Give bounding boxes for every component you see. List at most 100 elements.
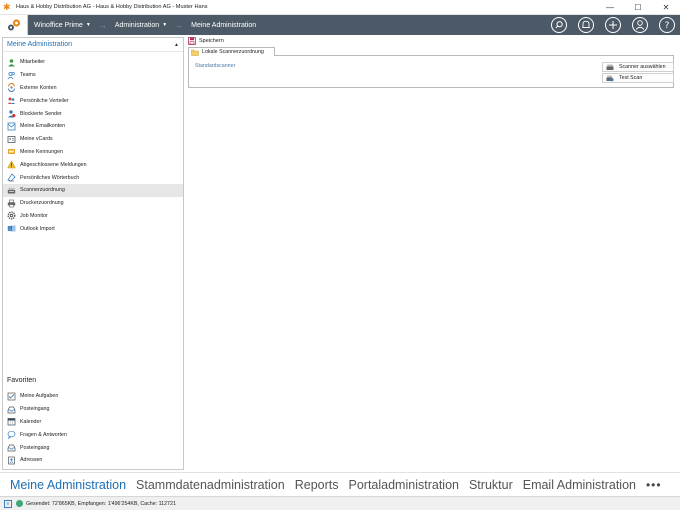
- module-reports[interactable]: Reports: [295, 478, 339, 492]
- window-title: Haus & Hobby Distribution AG - Haus & Ho…: [16, 4, 208, 10]
- sidebar-item-meine-kennungen[interactable]: Meine Kennungen: [3, 146, 183, 159]
- chevron-down-icon: ▼: [85, 22, 91, 28]
- module-email-administration[interactable]: Email Administration: [523, 478, 636, 492]
- status-bar: ≡ Gesendet: 72'865KB, Empfangen: 1'496'2…: [0, 496, 680, 510]
- user-icon[interactable]: [631, 16, 649, 34]
- tab-strip: Lokale Scannerzuordnung: [188, 47, 674, 56]
- window-controls: — ☐ ✕: [596, 0, 680, 15]
- user-icon: [7, 58, 16, 67]
- scanner-icon: [606, 63, 614, 71]
- app-gear-icon: ✱: [3, 1, 11, 12]
- sidebar-item-teams[interactable]: Teams: [3, 69, 183, 82]
- sidebar-item-externe-konten[interactable]: Externe Konten: [3, 82, 183, 95]
- team-icon: [7, 71, 16, 80]
- nav-winoffice-prime-label: Winoffice Prime: [34, 21, 83, 29]
- sidebar-item-label: Outlook Import: [20, 225, 55, 232]
- module-portaladministration[interactable]: Portaladministration: [349, 478, 459, 492]
- navigation-bar: Winoffice Prime ▼ → Administration ▼ → M…: [0, 15, 680, 35]
- add-icon[interactable]: [604, 16, 622, 34]
- blocked-sender-icon: [7, 109, 16, 118]
- nav-meine-administration[interactable]: Meine Administration: [191, 22, 256, 29]
- arrow-right-icon: →: [98, 20, 107, 30]
- favorite-item-label: Kalender: [20, 418, 42, 425]
- sidebar-item-abgeschlossene-meldungen[interactable]: Abgeschlossene Meldungen: [3, 158, 183, 171]
- bell-icon[interactable]: [577, 16, 595, 34]
- warning-icon: [7, 160, 16, 169]
- email-account-icon: [7, 122, 16, 131]
- help-icon[interactable]: ?: [658, 16, 676, 34]
- favorite-item-label: Posteingang: [20, 406, 50, 413]
- sidebar-item-label: Persönliche Verteiler: [20, 97, 69, 104]
- save-icon: [188, 37, 196, 45]
- sidebar-header: Meine Administration ▲: [3, 38, 183, 52]
- favorite-item-adressen[interactable]: Adressen: [3, 454, 183, 467]
- sidebar-item-label: Blockierte Sender: [20, 110, 62, 117]
- sidebar-item-blockierte-sender[interactable]: Blockierte Sender: [3, 107, 183, 120]
- favorite-item-posteingang-2[interactable]: Posteingang: [3, 441, 183, 454]
- scanner-icon: [7, 186, 16, 195]
- sidebar-item-mitarbeiter[interactable]: Mitarbeiter: [3, 56, 183, 69]
- test-scan-button[interactable]: Test Scan: [602, 73, 674, 83]
- maximize-button[interactable]: ☐: [624, 0, 652, 15]
- app-logo[interactable]: [0, 15, 28, 35]
- chevron-down-icon: ▼: [162, 22, 168, 28]
- status-text: Gesendet: 72'865KB, Empfangen: 1'496'254…: [26, 500, 176, 507]
- sidebar-item-meine-vcards[interactable]: Meine vCards: [3, 133, 183, 146]
- calendar-icon: [7, 417, 16, 426]
- favorite-item-fragen-antworten[interactable]: Fragen & Antworten: [3, 428, 183, 441]
- tab-lokale-scannerzuordnung[interactable]: Lokale Scannerzuordnung: [188, 47, 275, 56]
- sidebar-item-scannerzuordnung[interactable]: Scannerzuordnung: [3, 183, 183, 197]
- nav-administration-label: Administration: [114, 21, 160, 29]
- chat-icon: [7, 430, 16, 440]
- distribution-list-icon: [7, 96, 16, 105]
- toolbar: Speichern: [186, 36, 678, 46]
- sidebar-item-meine-emailkonten[interactable]: Meine Emailkonten: [3, 120, 183, 133]
- address-book-icon: [7, 456, 16, 465]
- sidebar-item-persoenliches-woerterbuch[interactable]: Persönliches Wörterbuch: [3, 171, 183, 184]
- gear-icon: [7, 211, 16, 220]
- sidebar-item-label: Meine Kennungen: [20, 148, 63, 155]
- svg-text:O: O: [8, 227, 11, 231]
- sidebar-item-label: Persönliches Wörterbuch: [20, 174, 80, 181]
- favorite-item-label: Meine Aufgaben: [20, 393, 59, 400]
- sidebar-item-label: Meine Emailkonten: [20, 123, 66, 130]
- module-struktur[interactable]: Struktur: [469, 478, 513, 492]
- minimize-button[interactable]: —: [596, 0, 624, 15]
- sidebar-title: Meine Administration: [7, 41, 72, 48]
- sidebar-item-label: Meine vCards: [20, 136, 53, 143]
- connection-status-icon: [16, 500, 23, 507]
- favorite-item-posteingang[interactable]: Posteingang: [3, 403, 183, 416]
- favorite-item-label: Fragen & Antworten: [20, 431, 67, 438]
- status-square-icon[interactable]: ≡: [4, 499, 12, 508]
- tab-label: Lokale Scannerzuordnung: [202, 49, 264, 55]
- arrow-right-icon: →: [175, 20, 184, 30]
- svg-text:?: ?: [665, 21, 670, 31]
- more-modules-button[interactable]: •••: [646, 478, 662, 492]
- module-stammdatenadministration[interactable]: Stammdatenadministration: [136, 478, 285, 492]
- sidebar-item-job-monitor[interactable]: Job Monitor: [3, 210, 183, 223]
- favorites-title: Favoriten: [7, 377, 37, 384]
- collapse-icon[interactable]: ▲: [174, 42, 179, 48]
- module-meine-administration[interactable]: Meine Administration: [10, 478, 126, 492]
- favorite-item-meine-aufgaben[interactable]: Meine Aufgaben: [3, 390, 183, 403]
- favorite-item-kalender[interactable]: Kalender: [3, 416, 183, 429]
- sidebar-item-druckerzuordnung[interactable]: Druckerzuordnung: [3, 197, 183, 210]
- sidebar-item-label: Abgeschlossene Meldungen: [20, 161, 87, 168]
- save-button[interactable]: Speichern: [199, 38, 224, 44]
- nav-administration[interactable]: Administration ▼: [115, 22, 167, 29]
- close-button[interactable]: ✕: [652, 0, 680, 15]
- sidebar-item-persoenliche-verteiler[interactable]: Persönliche Verteiler: [3, 94, 183, 107]
- nav-action-icons: ?: [541, 16, 676, 34]
- favorites-list: Meine Aufgaben Posteingang Kalender Frag…: [3, 390, 183, 467]
- search-icon[interactable]: [550, 16, 568, 34]
- main-content: Speichern Lokale Scannerzuordnung Standa…: [186, 35, 678, 470]
- inbox-icon: [7, 443, 16, 452]
- sidebar-item-outlook-import[interactable]: O Outlook Import: [3, 222, 183, 235]
- standardscanner-label: Standardscanner: [195, 63, 236, 69]
- favorite-item-label: Posteingang: [20, 444, 50, 451]
- select-scanner-button[interactable]: Scanner auswählen: [602, 62, 674, 72]
- key-icon: [7, 147, 16, 156]
- printer-icon: [7, 199, 16, 208]
- nav-winoffice-prime[interactable]: Winoffice Prime ▼: [34, 22, 91, 29]
- sidebar-item-label: Teams: [20, 72, 36, 79]
